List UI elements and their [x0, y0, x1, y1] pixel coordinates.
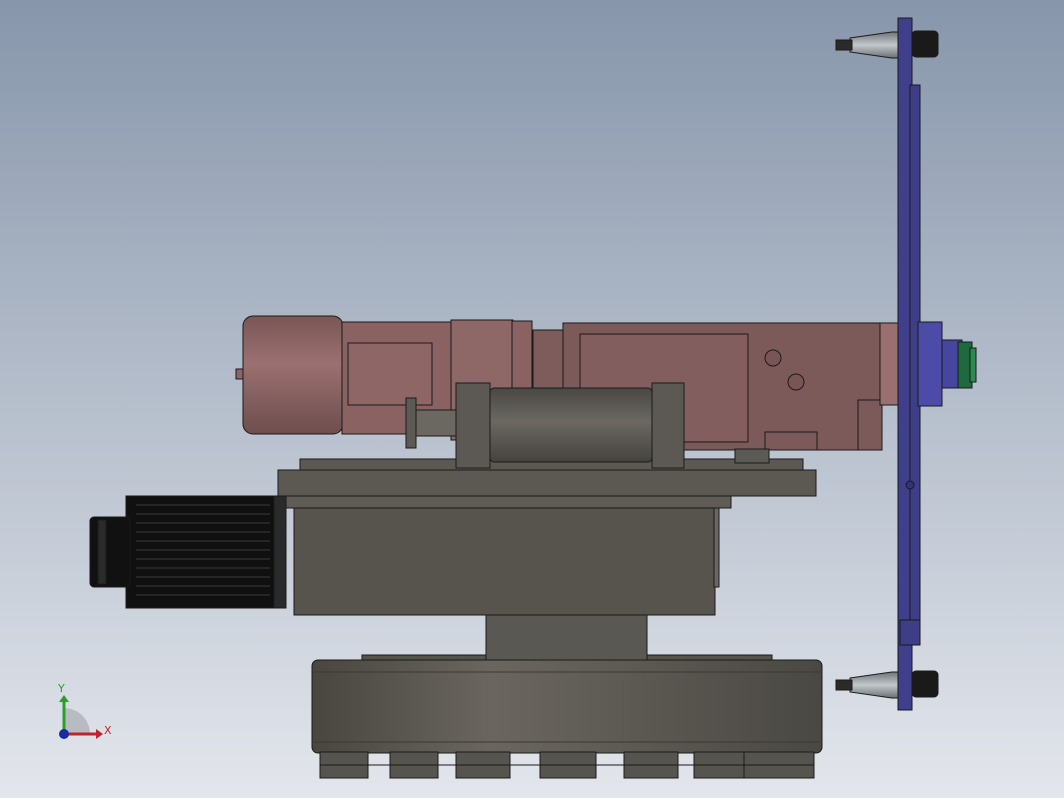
port-circle-2	[787, 373, 805, 391]
y-axis-label: Y	[57, 682, 65, 695]
triad-origin	[59, 729, 69, 739]
rotary-column[interactable]	[485, 613, 648, 661]
cad-viewport[interactable]: X Y	[0, 0, 1064, 798]
plate-hole	[905, 480, 915, 490]
port-circle-1	[764, 349, 782, 367]
x-axis-label: X	[104, 724, 112, 737]
base-feet	[319, 751, 815, 779]
spindle-collet[interactable]	[957, 341, 977, 389]
